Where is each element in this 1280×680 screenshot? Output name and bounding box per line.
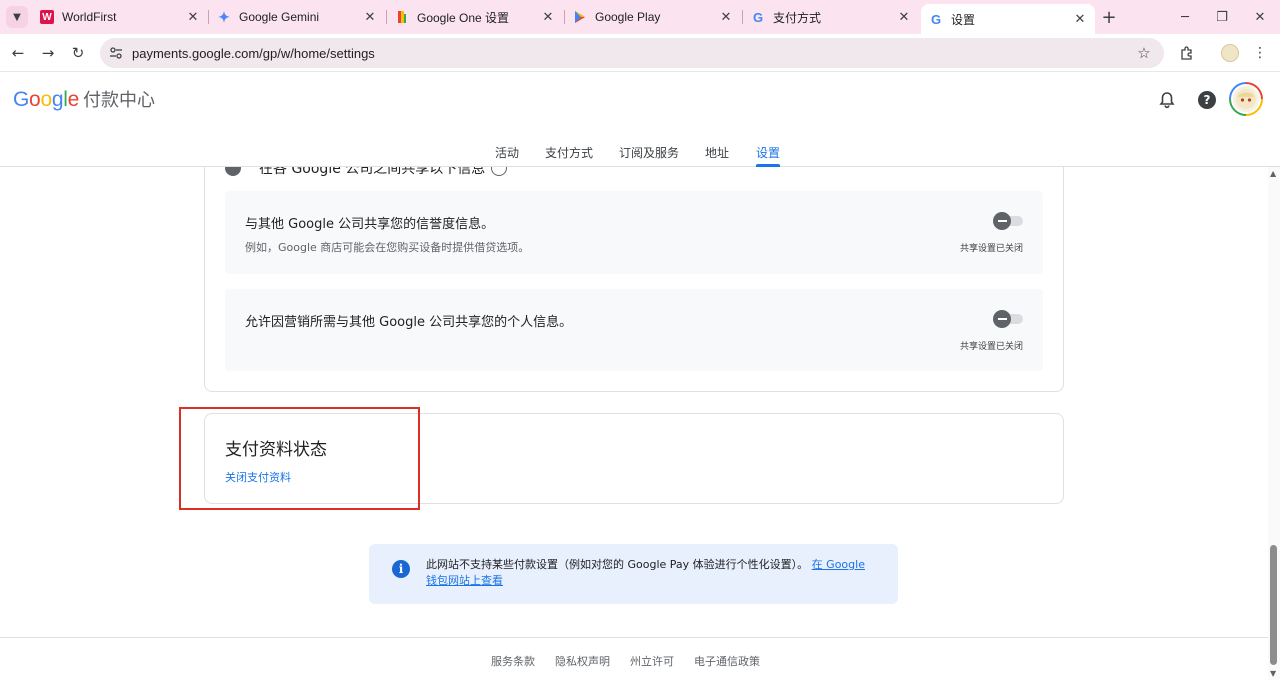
product-name: 付款中心 (82, 90, 155, 110)
close-tab-icon[interactable]: ✕ (1071, 10, 1089, 28)
share-credit-toggle[interactable] (993, 212, 1023, 230)
close-tab-icon[interactable]: ✕ (717, 8, 735, 26)
share-marketing-info-row: 允许因营销所需与其他 Google 公司共享您的个人信息。 共享设置已关闭 (225, 289, 1043, 371)
scroll-down-arrow-icon[interactable]: ▼ (1270, 669, 1276, 678)
share-row-state: 共享设置已关闭 (959, 244, 1023, 254)
gemini-icon: ✦ (218, 8, 230, 25)
footer-link-e-communications[interactable]: 电子通信政策 (694, 653, 760, 669)
footer-link-terms[interactable]: 服务条款 (491, 653, 535, 669)
scroll-up-arrow-icon[interactable]: ▲ (1270, 169, 1276, 178)
close-tab-icon[interactable]: ✕ (539, 8, 557, 26)
bookmark-star-icon[interactable]: ☆ (1134, 43, 1154, 63)
tab-addresses[interactable]: 地址 (705, 144, 729, 167)
notifications-bell-icon[interactable] (1155, 88, 1179, 112)
scrollbar-thumb[interactable] (1270, 545, 1277, 665)
notice-text: 此网站不支持某些付款设置（例如对您的 Google Pay 体验进行个性化设置）… (426, 557, 866, 589)
tab-google-one[interactable]: Google One 设置 ✕ (387, 4, 563, 30)
tab-worldfirst[interactable]: W WorldFirst ✕ (32, 4, 208, 30)
share-credit-info-row: 与其他 Google 公司共享您的信誉度信息。 例如，Google 商店可能会在… (225, 191, 1043, 274)
profile-avatar-icon[interactable] (1220, 43, 1240, 63)
share-row-state: 共享设置已关闭 (959, 342, 1023, 352)
tab-title: Google Play (595, 10, 661, 24)
toggle-knob (993, 310, 1011, 328)
google-play-icon (573, 10, 587, 24)
close-tab-icon[interactable]: ✕ (184, 8, 202, 26)
google-one-icon (395, 10, 409, 24)
footer-link-privacy[interactable]: 隐私权声明 (555, 653, 610, 669)
forward-button[interactable]: → (36, 41, 60, 65)
close-window-button[interactable]: ✕ (1250, 7, 1270, 27)
page-scrollbar[interactable]: ▲ ▼ (1268, 167, 1280, 680)
tab-subscriptions[interactable]: 订阅及服务 (619, 144, 679, 167)
avatar-image (1231, 84, 1261, 114)
minimize-button[interactable]: ─ (1175, 7, 1195, 27)
browser-toolbar: ← → ↻ payments.google.com/gp/w/home/sett… (0, 34, 1280, 72)
browser-menu-icon[interactable]: ⋮ (1250, 43, 1270, 63)
payments-header: Google 付款中心 ? 活动 支付方式 订阅及服务 地址 设置 (0, 72, 1280, 167)
google-payments-logo[interactable]: Google 付款中心 (13, 86, 155, 112)
tab-activity[interactable]: 活动 (495, 144, 519, 167)
tab-title: 支付方式 (773, 10, 822, 25)
google-g-icon: G (930, 11, 942, 27)
url-text[interactable]: payments.google.com/gp/w/home/settings (132, 46, 1134, 61)
tab-google-play[interactable]: Google Play ✕ (565, 4, 741, 30)
notice-message: 此网站不支持某些付款设置（例如对您的 Google Pay 体验进行个性化设置）… (426, 558, 809, 571)
tab-payment-methods[interactable]: G 支付方式 ✕ (743, 4, 919, 30)
close-tab-icon[interactable]: ✕ (895, 8, 913, 26)
section-bullet-icon (225, 167, 241, 176)
tab-title: 设置 (951, 12, 976, 27)
share-marketing-toggle[interactable] (993, 310, 1023, 328)
tab-title: WorldFirst (62, 10, 117, 24)
site-settings-icon[interactable] (108, 45, 124, 61)
toggle-knob (993, 212, 1011, 230)
tab-google-gemini[interactable]: ✦ Google Gemini ✕ (209, 4, 385, 30)
tab-settings[interactable]: 设置 (756, 144, 781, 167)
reload-button[interactable]: ↻ (66, 41, 90, 65)
close-tab-icon[interactable]: ✕ (361, 8, 379, 26)
tab-title: Google One 设置 (417, 10, 510, 25)
google-logo-text: Google (13, 88, 79, 111)
google-g-icon: G (752, 9, 764, 25)
share-row-label: 与其他 Google 公司共享您的信誉度信息。 (245, 217, 495, 232)
red-highlight-box (179, 407, 420, 510)
help-circle-icon[interactable] (491, 167, 508, 176)
tab-search-button[interactable]: ▼ (6, 6, 28, 28)
tab-settings-active[interactable]: G 设置 ✕ (921, 4, 1095, 34)
info-icon: i (392, 560, 410, 578)
tab-strip: ▼ W WorldFirst ✕ ✦ Google Gemini ✕ Googl… (0, 0, 1280, 34)
settings-content: 在各 Google 公司之间共享以下信息 与其他 Google 公司共享您的信誉… (0, 167, 1268, 680)
help-icon[interactable]: ? (1195, 88, 1219, 112)
share-row-description: 例如，Google 商店可能会在您购买设备时提供借贷选项。 (245, 241, 530, 254)
share-row-label: 允许因营销所需与其他 Google 公司共享您的个人信息。 (245, 315, 573, 330)
footer-link-state-licenses[interactable]: 州立许可 (630, 653, 674, 669)
sharing-section-heading: 在各 Google 公司之间共享以下信息 (225, 167, 508, 178)
worldfirst-icon: W (40, 10, 54, 24)
restore-button[interactable]: ❐ (1212, 7, 1232, 27)
address-bar[interactable]: payments.google.com/gp/w/home/settings ☆ (100, 38, 1164, 68)
tab-payment-methods[interactable]: 支付方式 (545, 144, 593, 167)
sharing-heading-text: 在各 Google 公司之间共享以下信息 (259, 167, 486, 177)
page-footer: 服务条款 隐私权声明 州立许可 电子通信政策 (0, 637, 1268, 680)
new-tab-button[interactable]: + (1099, 7, 1119, 28)
tab-title: Google Gemini (239, 10, 320, 24)
footer-links: 服务条款 隐私权声明 州立许可 电子通信政策 (491, 653, 760, 669)
back-button[interactable]: ← (6, 41, 30, 65)
account-avatar[interactable] (1229, 82, 1263, 116)
unsupported-settings-notice: i 此网站不支持某些付款设置（例如对您的 Google Pay 体验进行个性化设… (369, 544, 898, 604)
extensions-icon[interactable] (1177, 43, 1197, 63)
